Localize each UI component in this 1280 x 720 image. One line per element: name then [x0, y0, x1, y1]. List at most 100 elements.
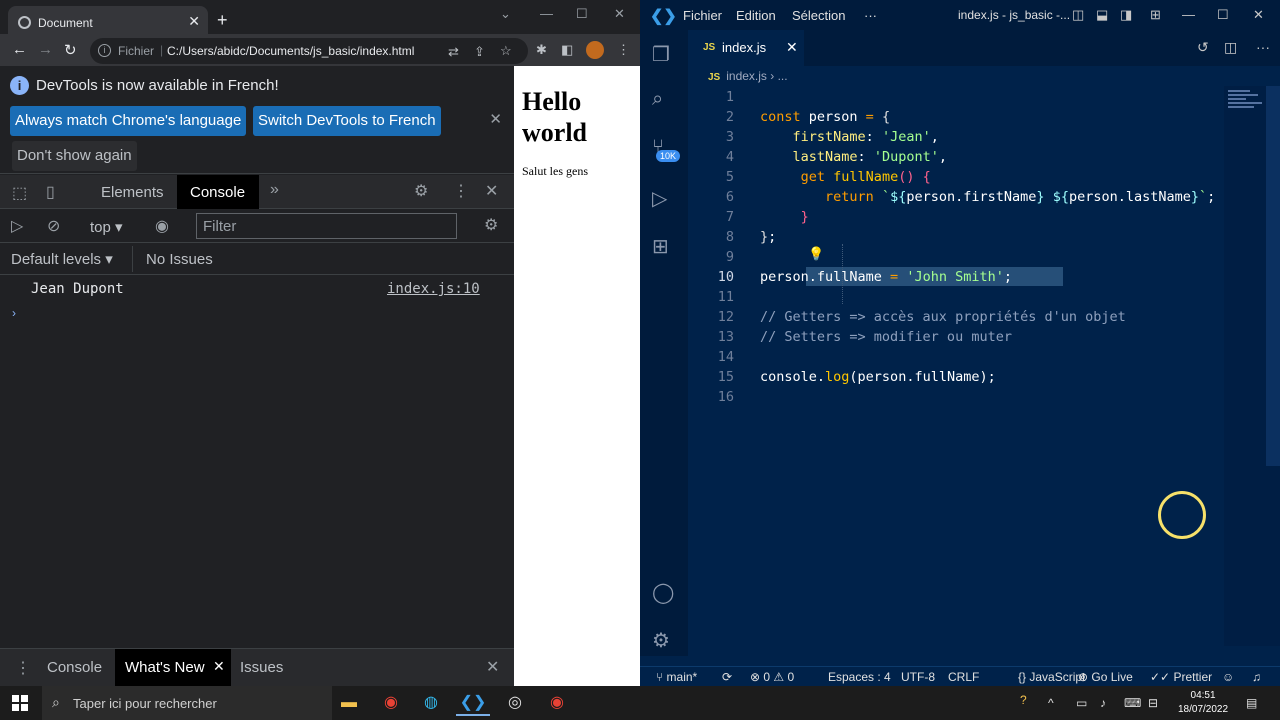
new-tab-button[interactable]: + — [217, 10, 228, 31]
menu-file[interactable]: Fichier — [683, 8, 722, 23]
breadcrumb-file[interactable]: index.js — [726, 69, 767, 83]
side-panel-icon[interactable]: ◧ — [561, 42, 573, 58]
tray-chevron-up-icon[interactable]: ^ — [1048, 696, 1054, 710]
split-editor-icon[interactable]: ◫ — [1224, 39, 1237, 56]
close-tab-icon[interactable]: ✕ — [786, 39, 798, 56]
obs-app-icon[interactable]: ◎ — [498, 690, 532, 716]
maximize-icon[interactable]: ☐ — [1217, 7, 1229, 23]
account-icon[interactable]: ◯ — [652, 580, 674, 605]
extensions-icon[interactable]: ⊞ — [652, 234, 669, 259]
minimize-icon[interactable]: — — [540, 6, 553, 21]
maximize-icon[interactable]: ☐ — [576, 6, 588, 22]
info-icon[interactable]: i — [98, 44, 111, 57]
reload-icon[interactable]: ↻ — [64, 41, 77, 59]
clear-console-icon[interactable]: ⊘ — [47, 216, 60, 236]
drawer-tab-console[interactable]: Console — [47, 659, 102, 676]
menu-selection[interactable]: Sélection — [792, 8, 845, 23]
menu-more[interactable]: ··· — [864, 8, 877, 23]
sidebar-toggle-icon[interactable]: ▷ — [11, 216, 23, 236]
close-devtools-icon[interactable]: ✕ — [485, 181, 498, 201]
lightbulb-icon[interactable]: 💡 — [808, 246, 824, 262]
profile-avatar-icon[interactable] — [586, 41, 604, 59]
sync-icon[interactable]: ⟳ — [722, 670, 732, 684]
eye-icon[interactable]: ◉ — [155, 216, 169, 236]
log-levels-dropdown[interactable]: Default levels ▾ — [11, 250, 113, 268]
feedback-icon[interactable]: ☺ — [1222, 670, 1234, 684]
volume-icon[interactable]: ♪ — [1100, 696, 1106, 710]
network-icon[interactable]: ⊟ — [1148, 696, 1158, 710]
menu-edit[interactable]: Edition — [736, 8, 776, 23]
drawer-tab-issues[interactable]: Issues — [240, 659, 283, 676]
prettier-status[interactable]: ✓✓ Prettier — [1150, 670, 1212, 684]
help-icon[interactable]: ? — [1020, 693, 1027, 707]
close-tab-icon[interactable]: ✕ — [188, 13, 200, 30]
notification-center-icon[interactable]: ▤ — [1246, 696, 1257, 710]
share-icon[interactable]: ⇪ — [474, 44, 485, 60]
problems-status[interactable]: ⊗ 0 ⚠ 0 — [750, 670, 794, 684]
windows-start-icon[interactable] — [12, 695, 28, 711]
more-actions-icon[interactable]: ··· — [1256, 39, 1270, 55]
editor-scrollbar[interactable] — [1266, 86, 1280, 466]
more-tabs-icon[interactable]: » — [270, 181, 279, 199]
layout-toggle-sidebar-icon[interactable]: ◫ — [1072, 7, 1084, 23]
code-editor[interactable]: 1 2 3 4 5 6 7 8 9 10 11 12 13 14 15 16 💡 const person =… — [688, 86, 1258, 646]
timeline-history-icon[interactable]: ↺ — [1197, 39, 1209, 56]
drawer-tab-whats-new[interactable]: What's New ✕ — [115, 649, 231, 686]
extensions-puzzle-icon[interactable]: ✱ — [536, 42, 547, 58]
edge-app-icon[interactable]: ◍ — [414, 690, 448, 716]
close-infobar-icon[interactable]: ✕ — [489, 110, 502, 128]
drawer-menu-icon[interactable]: ⋮ — [15, 658, 31, 678]
console-settings-gear-icon[interactable]: ⚙ — [484, 215, 498, 235]
editor-tab-index-js[interactable]: JS index.js ✕ — [688, 30, 804, 66]
taskbar-clock[interactable]: 04:51 18/07/2022 — [1178, 689, 1228, 717]
kebab-menu-icon[interactable]: ⋮ — [453, 181, 469, 201]
chevron-down-icon[interactable]: ⌄ — [500, 6, 511, 22]
tab-elements[interactable]: Elements — [101, 184, 164, 201]
filter-input[interactable]: Filter — [196, 213, 457, 239]
console-prompt-icon[interactable]: › — [12, 306, 16, 320]
notifications-bell-icon[interactable]: ♫ — [1252, 670, 1261, 684]
manage-gear-icon[interactable]: ⚙ — [652, 628, 670, 653]
close-tab-icon[interactable]: ✕ — [213, 658, 225, 675]
forward-arrow-icon[interactable]: → — [38, 41, 53, 58]
device-toolbar-icon[interactable]: ▯ — [46, 182, 55, 202]
minimize-icon[interactable]: — — [1182, 7, 1195, 22]
language-mode-status[interactable]: {} JavaScript — [1018, 670, 1085, 684]
issues-counter[interactable]: No Issues — [132, 246, 222, 272]
always-match-language-button[interactable]: Always match Chrome's language — [10, 106, 247, 136]
vscode-app-icon[interactable]: ❮❯ — [456, 690, 490, 716]
language-icon[interactable]: ⌨ — [1124, 696, 1141, 710]
tab-console[interactable]: Console — [177, 175, 259, 209]
run-debug-icon[interactable]: ▷ — [652, 186, 667, 211]
chrome-profile-app-icon[interactable]: ◉ — [540, 690, 574, 716]
gear-icon[interactable]: ⚙ — [414, 181, 428, 201]
dont-show-again-button[interactable]: Don't show again — [12, 141, 137, 171]
address-bar[interactable]: i Fichier | C:/Users/abidc/Documents/js_… — [90, 38, 528, 64]
close-drawer-icon[interactable]: ✕ — [486, 657, 499, 677]
kebab-menu-icon[interactable]: ⋮ — [617, 42, 630, 58]
log-source-link[interactable]: index.js:10 — [387, 281, 480, 297]
battery-icon[interactable]: ▭ — [1076, 696, 1087, 710]
search-icon[interactable]: ⌕ — [652, 88, 663, 111]
indentation-status[interactable]: Espaces : 4 — [828, 670, 891, 684]
close-window-icon[interactable]: ✕ — [614, 6, 625, 22]
context-selector[interactable]: top ▾ — [90, 218, 123, 236]
inspect-element-icon[interactable]: ⬚ — [12, 183, 27, 203]
encoding-status[interactable]: UTF-8 — [901, 670, 935, 684]
close-window-icon[interactable]: ✕ — [1253, 7, 1264, 23]
bookmark-star-icon[interactable]: ☆ — [500, 43, 512, 59]
explorer-files-icon[interactable]: ❐ — [652, 42, 670, 67]
taskbar-search-box[interactable]: ⌕ Taper ici pour rechercher — [42, 686, 332, 720]
layout-toggle-panel-icon[interactable]: ⬓ — [1096, 7, 1108, 23]
layout-toggle-secondary-icon[interactable]: ◨ — [1120, 7, 1132, 23]
switch-to-french-button[interactable]: Switch DevTools to French — [253, 106, 441, 136]
chrome-app-icon[interactable]: ◉ — [374, 690, 408, 716]
translate-icon[interactable]: ⇄ — [448, 44, 459, 60]
customize-layout-icon[interactable]: ⊞ — [1150, 7, 1161, 23]
breadcrumb-symbols[interactable]: ... — [778, 69, 788, 83]
go-live-status[interactable]: ⊚ Go Live — [1078, 670, 1133, 684]
back-arrow-icon[interactable]: ← — [12, 41, 27, 58]
eol-status[interactable]: CRLF — [948, 670, 979, 684]
file-explorer-icon[interactable]: ▬ — [332, 690, 366, 716]
git-branch-status[interactable]: ⑂ main* — [656, 670, 697, 684]
